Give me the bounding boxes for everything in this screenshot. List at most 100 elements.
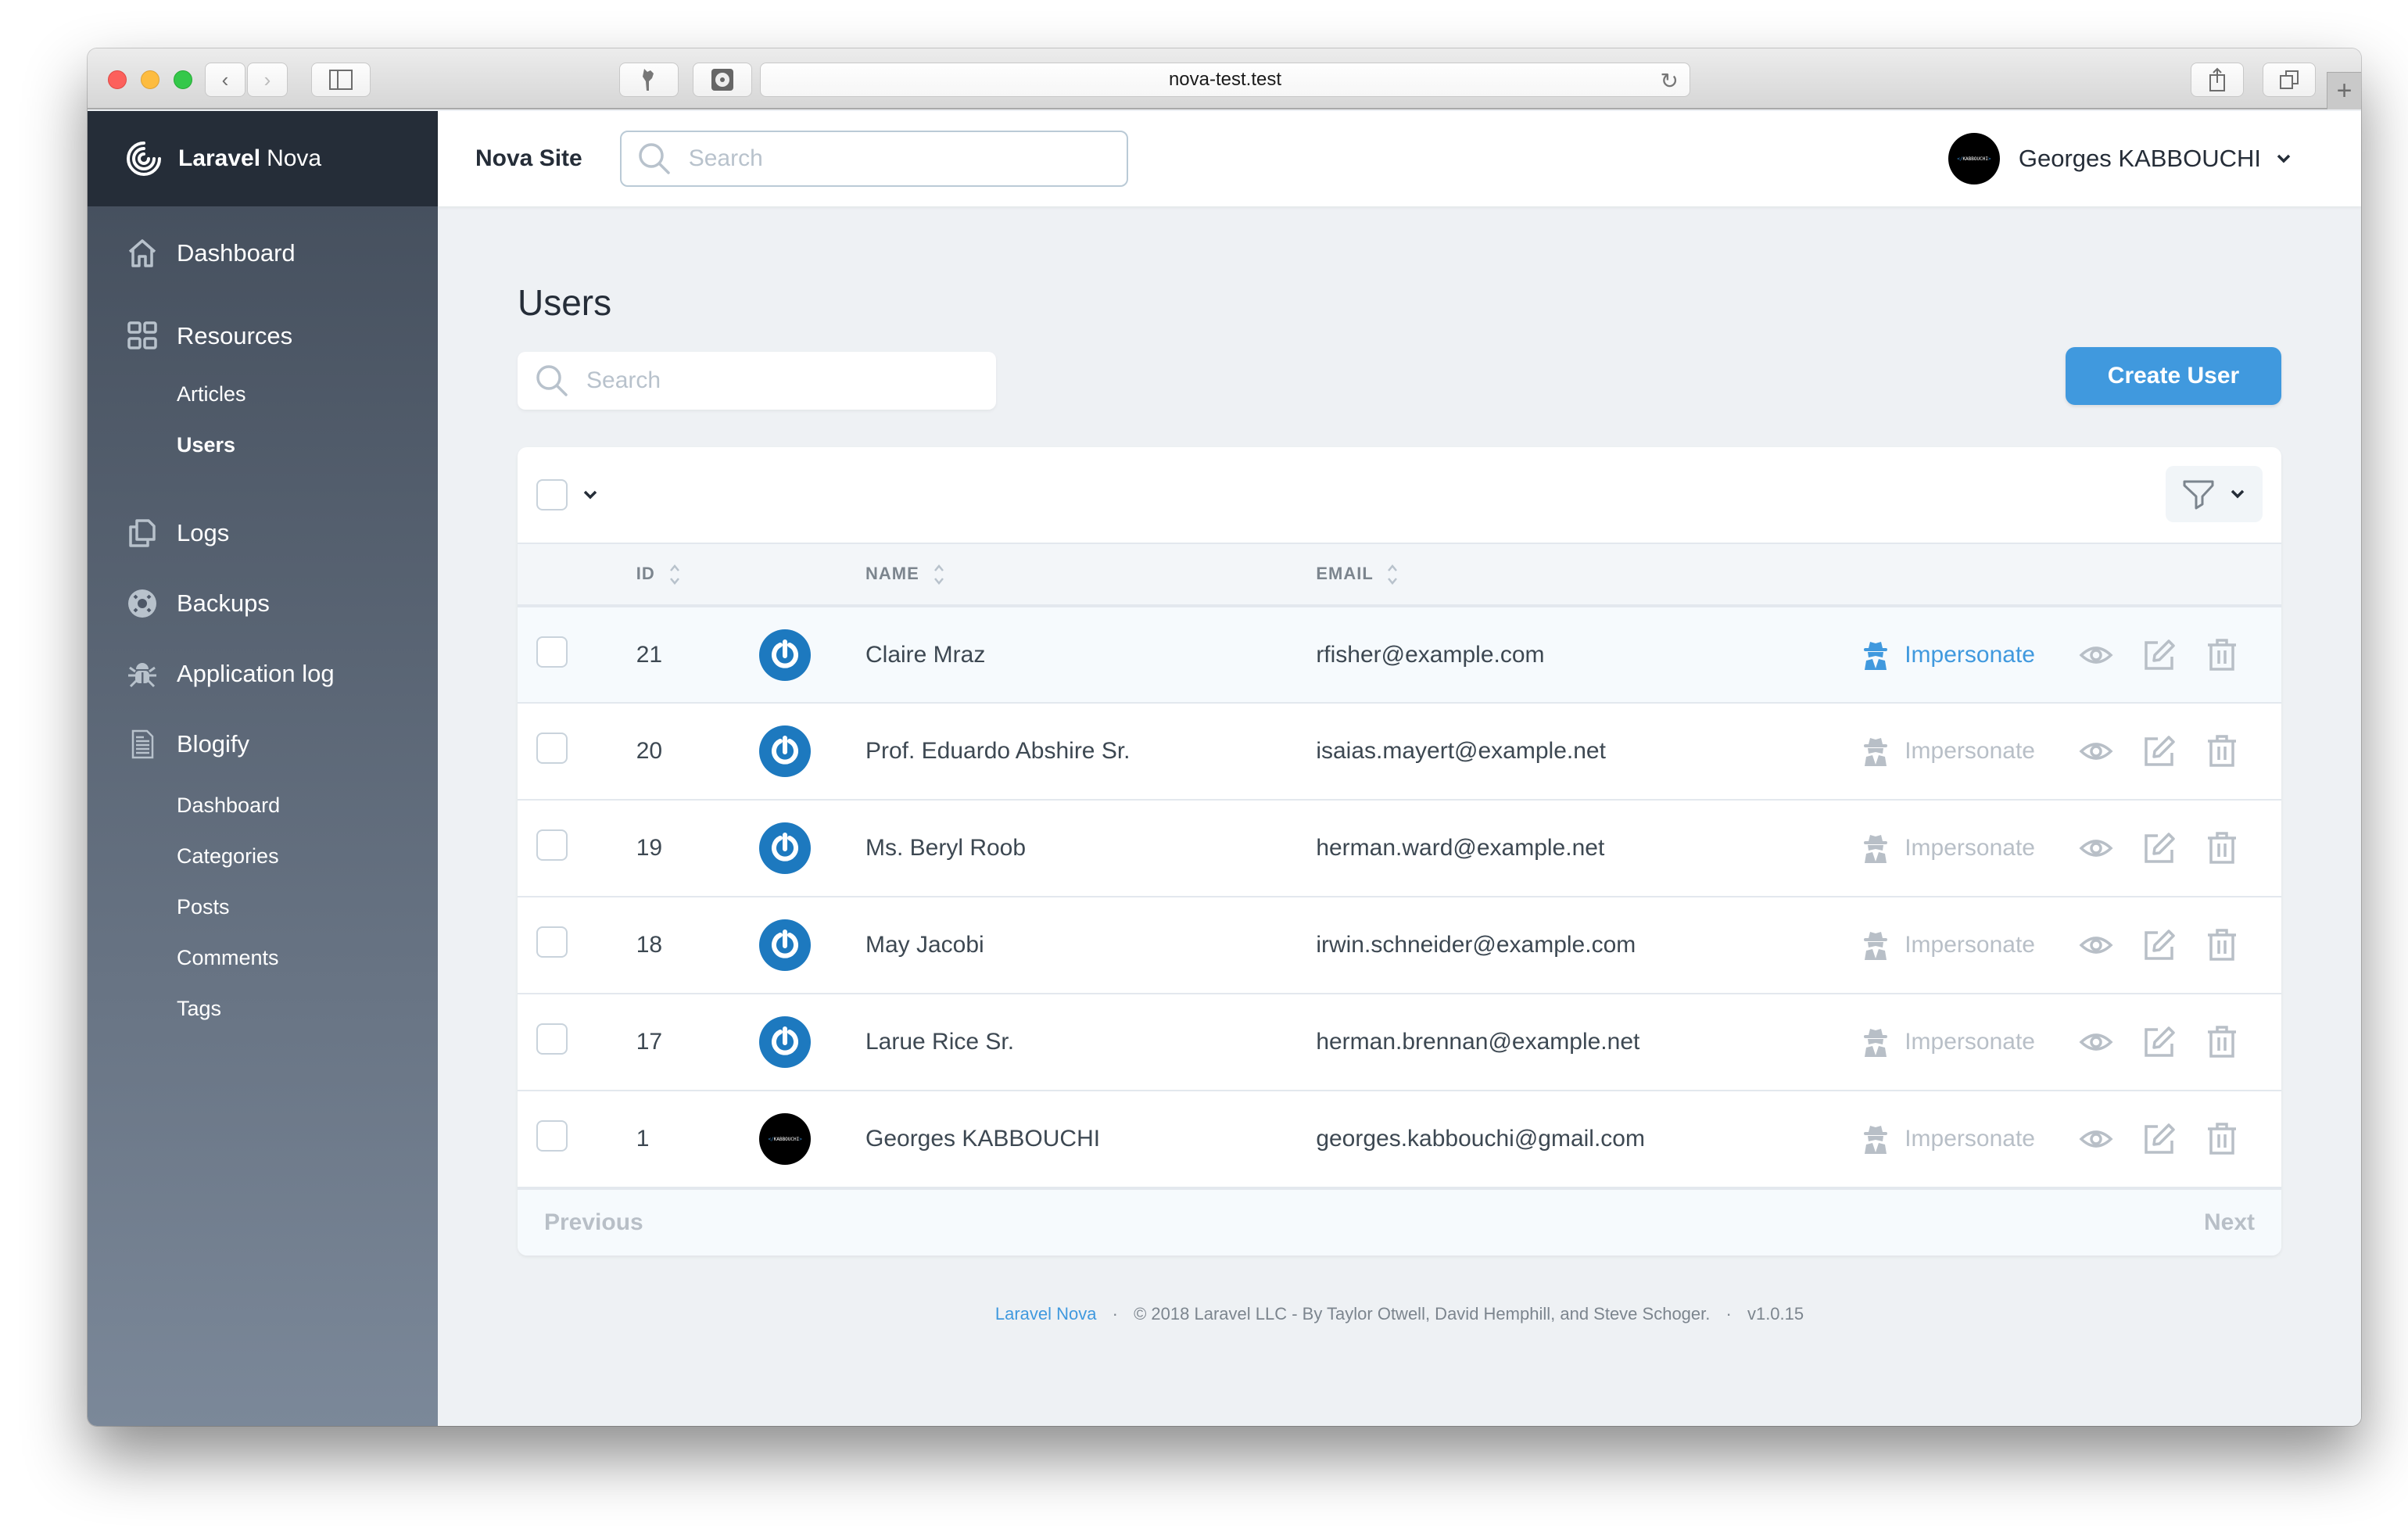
edit-pencil-icon[interactable] (2142, 831, 2177, 865)
table-row[interactable]: 18 May Jacobi irwin.schneider@example.co… (518, 897, 2281, 994)
plus-icon: + (2336, 76, 2352, 106)
edit-pencil-icon[interactable] (2142, 638, 2177, 672)
site-title[interactable]: Nova Site (475, 145, 582, 172)
search-icon (536, 365, 568, 396)
row-checkbox[interactable] (536, 733, 568, 764)
sidebar-item-application-log[interactable]: Application log (88, 650, 438, 697)
view-eye-icon[interactable] (2079, 734, 2113, 768)
new-tab-button[interactable]: + (2327, 72, 2361, 109)
impersonate-button[interactable]: Impersonate (1862, 736, 2035, 766)
table-row[interactable]: 17 Larue Rice Sr. herman.brennan@example… (518, 994, 2281, 1091)
impersonate-button[interactable]: Impersonate (1862, 833, 2035, 863)
close-window-button[interactable] (108, 70, 127, 89)
view-eye-icon[interactable] (2079, 1122, 2113, 1156)
previous-page-button[interactable]: Previous (544, 1209, 643, 1236)
sidebar-toggle-button[interactable] (311, 63, 371, 97)
edit-pencil-icon[interactable] (2142, 1025, 2177, 1059)
delete-trash-icon[interactable] (2205, 831, 2239, 865)
extension-button-2[interactable] (693, 63, 752, 97)
search-icon (638, 143, 670, 174)
tabs-icon (2280, 70, 2299, 89)
sidebar-item-tags[interactable]: Tags (88, 983, 438, 1034)
cell-name: Ms. Beryl Roob (865, 835, 1027, 861)
impersonate-button[interactable]: Impersonate (1862, 930, 2035, 960)
sidebar-item-blogify-dashboard[interactable]: Dashboard (88, 780, 438, 831)
table-header-row: ID NAME EMAIL (518, 543, 2281, 606)
view-eye-icon[interactable] (2079, 831, 2113, 865)
sort-icon (1388, 564, 1398, 585)
sidebar-item-comments[interactable]: Comments (88, 933, 438, 983)
sort-icon (669, 564, 679, 585)
tabs-overview-button[interactable] (2263, 63, 2316, 97)
edit-pencil-icon[interactable] (2142, 734, 2177, 768)
spy-icon (1864, 738, 1888, 766)
impersonate-button[interactable]: Impersonate (1862, 640, 2035, 670)
footer-brand-link[interactable]: Laravel Nova (995, 1304, 1097, 1324)
global-search[interactable] (619, 131, 1128, 187)
table-row[interactable]: 19 Ms. Beryl Roob herman.ward@example.ne… (518, 800, 2281, 897)
sidebar-item-label: Application log (177, 660, 335, 687)
row-actions: Impersonate (1862, 994, 2281, 1091)
column-header-name[interactable]: NAME (865, 543, 1316, 606)
zoom-window-button[interactable] (174, 70, 192, 89)
sidebar-item-articles[interactable]: Articles (88, 369, 438, 420)
cell-id: 17 (636, 1029, 663, 1055)
row-checkbox[interactable] (536, 636, 568, 668)
edit-pencil-icon[interactable] (2142, 1122, 2177, 1156)
extension-button[interactable] (619, 63, 679, 97)
brand-logo[interactable]: Laravel Nova (88, 111, 438, 206)
view-eye-icon[interactable] (2079, 928, 2113, 962)
cell-email: georges.kabbouchi@gmail.com (1316, 1126, 1645, 1152)
table-row[interactable]: 1 </KABBOUCHI > Georges KABBOUCHI georges… (518, 1091, 2281, 1187)
forward-button[interactable]: › (247, 63, 288, 97)
sidebar-item-dashboard[interactable]: Dashboard (88, 230, 438, 277)
table-row[interactable]: 21 Claire Mraz rfisher@example.com Imper… (518, 606, 2281, 703)
share-button[interactable] (2191, 63, 2244, 97)
row-checkbox[interactable] (536, 926, 568, 958)
spy-icon (1864, 1029, 1888, 1057)
view-eye-icon[interactable] (2079, 638, 2113, 672)
sidebar-item-categories[interactable]: Categories (88, 831, 438, 882)
create-user-button[interactable]: Create User (2066, 347, 2281, 405)
row-avatar (759, 725, 812, 777)
address-bar[interactable]: nova-test.test ↻ (760, 63, 1690, 97)
minimize-window-button[interactable] (141, 70, 159, 89)
impersonate-button[interactable]: Impersonate (1862, 1124, 2035, 1154)
column-header-id[interactable]: ID (619, 543, 759, 606)
row-checkbox[interactable] (536, 1120, 568, 1152)
sidebar-item-backups[interactable]: Backups (88, 580, 438, 627)
column-header-email[interactable]: EMAIL (1316, 543, 1862, 606)
sidebar-item-logs[interactable]: Logs (88, 510, 438, 557)
back-button[interactable]: ‹ (205, 63, 245, 97)
sidebar-item-blogify[interactable]: Blogify (88, 721, 438, 768)
sidebar-item-resources[interactable]: Resources (88, 313, 438, 360)
resource-search[interactable] (518, 352, 996, 410)
table-row[interactable]: 20 Prof. Eduardo Abshire Sr. isaias.maye… (518, 703, 2281, 800)
delete-trash-icon[interactable] (2205, 638, 2239, 672)
filter-button[interactable] (2166, 466, 2263, 522)
users-table: ID NAME EMAIL 21 Claire Mraz rfisher@exa… (518, 543, 2281, 1188)
delete-trash-icon[interactable] (2205, 928, 2239, 962)
cell-email: herman.ward@example.net (1316, 835, 1605, 861)
chevron-down-icon[interactable] (582, 486, 599, 503)
blogify-submenu: Dashboard Categories Posts Comments Tags (88, 780, 438, 1034)
user-menu[interactable]: </KABBOUCHI > Georges KABBOUCHI (1948, 131, 2292, 186)
next-page-button[interactable]: Next (2204, 1209, 2255, 1236)
cell-id: 21 (636, 641, 663, 668)
delete-trash-icon[interactable] (2205, 734, 2239, 768)
global-search-input[interactable] (688, 145, 1127, 172)
sidebar-item-posts[interactable]: Posts (88, 882, 438, 933)
row-checkbox[interactable] (536, 829, 568, 861)
delete-trash-icon[interactable] (2205, 1122, 2239, 1156)
resource-search-input[interactable] (586, 367, 996, 394)
sidebar-item-users[interactable]: Users (88, 420, 438, 471)
browser-toolbar: ‹ › nova-test.test ↻ + (88, 48, 2361, 109)
select-all-checkbox[interactable] (536, 479, 568, 510)
edit-pencil-icon[interactable] (2142, 928, 2177, 962)
impersonate-button[interactable]: Impersonate (1862, 1027, 2035, 1057)
view-eye-icon[interactable] (2079, 1025, 2113, 1059)
reload-icon[interactable]: ↻ (1661, 68, 1679, 94)
delete-trash-icon[interactable] (2205, 1025, 2239, 1059)
row-checkbox[interactable] (536, 1023, 568, 1055)
row-actions: Impersonate (1862, 703, 2281, 800)
